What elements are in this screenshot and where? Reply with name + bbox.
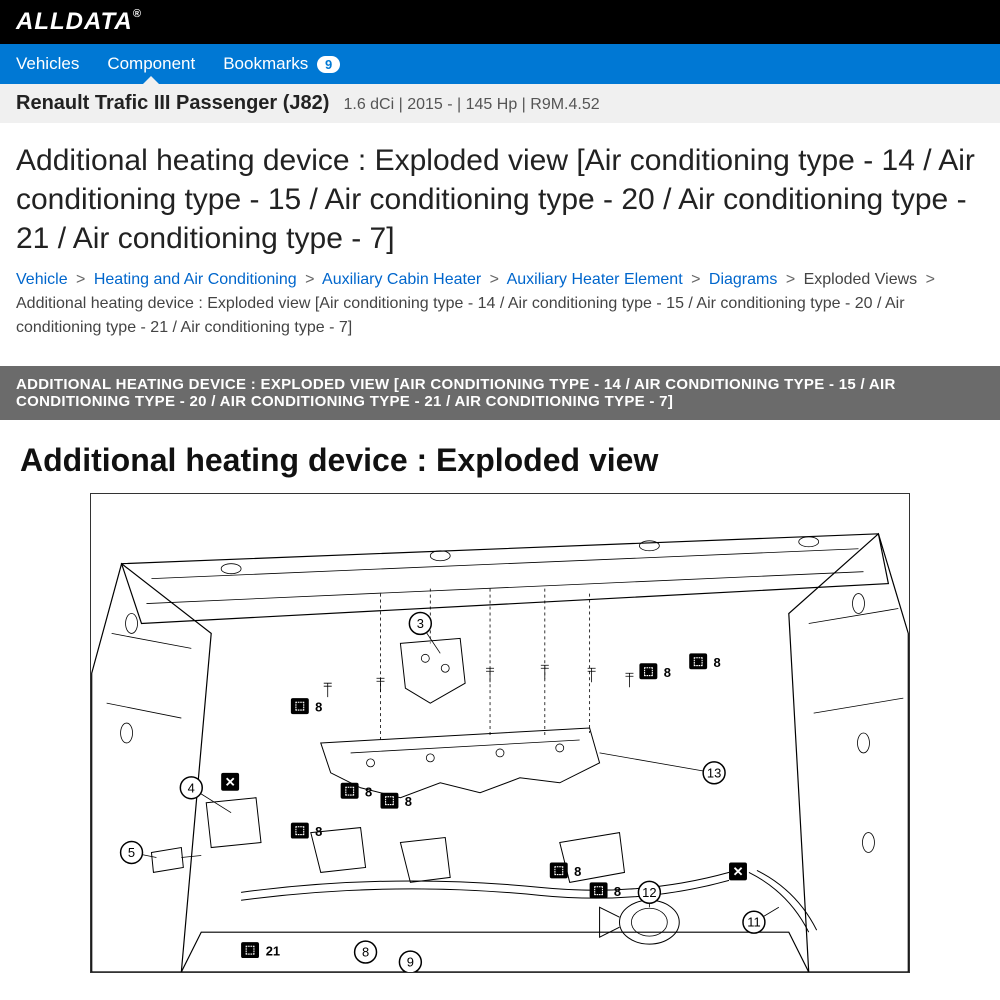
breadcrumb-exploded: Exploded Views (804, 271, 918, 288)
breadcrumb: Vehicle > Heating and Air Conditioning >… (0, 258, 1000, 350)
svg-text:8: 8 (405, 794, 412, 809)
svg-text:8: 8 (574, 864, 581, 879)
brand-logo: ALLDATA® (16, 8, 142, 35)
nav-bookmarks[interactable]: Bookmarks 9 (223, 54, 340, 74)
svg-text:8: 8 (315, 700, 322, 715)
svg-text:11: 11 (747, 915, 760, 930)
svg-text:9: 9 (407, 955, 414, 970)
nav-vehicles[interactable]: Vehicles (16, 54, 79, 74)
svg-text:8: 8 (614, 884, 621, 899)
svg-text:⬚: ⬚ (593, 884, 603, 896)
svg-text:⬚: ⬚ (384, 795, 394, 807)
svg-text:⬚: ⬚ (344, 785, 354, 797)
svg-text:⬚: ⬚ (245, 944, 255, 956)
svg-text:8: 8 (664, 665, 671, 680)
svg-text:3: 3 (417, 616, 424, 631)
svg-text:5: 5 (128, 845, 135, 860)
content-heading: Additional heating device : Exploded vie… (0, 420, 1000, 493)
breadcrumb-aux-cabin[interactable]: Auxiliary Cabin Heater (322, 271, 481, 288)
vehicle-details: 1.6 dCi | 2015 - | 145 Hp | R9M.4.52 (343, 96, 599, 114)
breadcrumb-aux-element[interactable]: Auxiliary Heater Element (507, 271, 683, 288)
svg-text:8: 8 (713, 655, 720, 670)
svg-text:✕: ✕ (225, 774, 236, 789)
page-title: Additional heating device : Exploded vie… (0, 123, 1000, 258)
svg-text:8: 8 (362, 945, 369, 960)
breadcrumb-vehicle[interactable]: Vehicle (16, 271, 68, 288)
bookmarks-count-badge: 9 (317, 56, 340, 73)
svg-text:⬚: ⬚ (693, 655, 703, 667)
breadcrumb-heating[interactable]: Heating and Air Conditioning (94, 271, 297, 288)
diagram-svg: 3 4 5 13 12 11 8 9 (91, 494, 909, 972)
exploded-diagram[interactable]: 3 4 5 13 12 11 8 9 (90, 493, 910, 973)
vehicle-name: Renault Trafic III Passenger (J82) (16, 92, 329, 115)
section-banner: ADDITIONAL HEATING DEVICE : EXPLODED VIE… (0, 366, 1000, 420)
header-bar: ALLDATA® (0, 0, 1000, 44)
breadcrumb-diagrams[interactable]: Diagrams (709, 271, 777, 288)
svg-text:13: 13 (707, 765, 721, 780)
svg-text:12: 12 (642, 885, 656, 900)
svg-text:8: 8 (315, 824, 322, 839)
main-nav: Vehicles Component Bookmarks 9 (0, 44, 1000, 84)
svg-text:⬚: ⬚ (295, 825, 305, 837)
breadcrumb-current: Additional heating device : Exploded vie… (16, 295, 905, 336)
svg-text:⬚: ⬚ (643, 665, 653, 677)
svg-text:4: 4 (188, 780, 195, 795)
svg-text:8: 8 (365, 784, 372, 799)
nav-component[interactable]: Component (107, 54, 195, 74)
svg-text:⬚: ⬚ (554, 864, 564, 876)
svg-text:⬚: ⬚ (295, 700, 305, 712)
svg-text:21: 21 (266, 944, 280, 959)
svg-text:✕: ✕ (733, 864, 744, 879)
vehicle-info-bar: Renault Trafic III Passenger (J82) 1.6 d… (0, 84, 1000, 123)
